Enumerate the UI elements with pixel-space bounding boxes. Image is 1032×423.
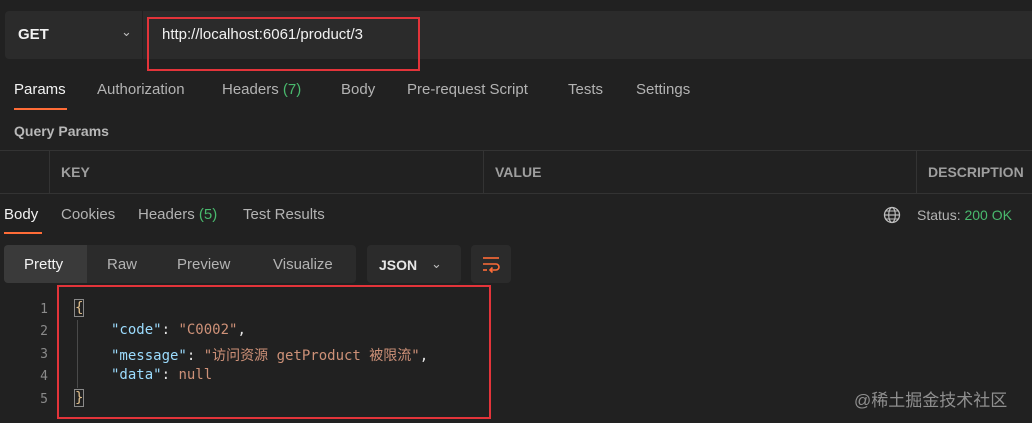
json-key: "data" (111, 367, 162, 383)
response-tab-cookies[interactable]: Cookies (61, 206, 115, 223)
line-number: 2 (40, 324, 48, 339)
indent-guide (77, 320, 78, 388)
line-number: 4 (40, 369, 48, 384)
tab-headers[interactable]: Headers (7) (222, 81, 301, 98)
tab-tests[interactable]: Tests (568, 81, 603, 98)
tab-active-indicator (14, 108, 67, 110)
format-label: JSON (379, 257, 418, 273)
code-line: "message": "访问资源 getProduct 被限流", (111, 348, 429, 364)
wrap-lines-icon (483, 257, 500, 274)
response-headers-count: (5) (198, 206, 218, 223)
response-tab-headers[interactable]: Headers (5) (138, 206, 217, 223)
view-mode-raw[interactable]: Raw (107, 256, 137, 273)
view-mode-pretty[interactable]: Pretty (24, 256, 63, 273)
description-column: DESCRIPTION (916, 151, 1032, 193)
json-key: "code" (111, 322, 162, 338)
view-mode-visualize[interactable]: Visualize (273, 256, 333, 273)
json-key: "message" (111, 348, 187, 364)
value-column: VALUE (483, 151, 916, 193)
tab-params[interactable]: Params (14, 81, 66, 98)
key-column: KEY (49, 151, 483, 193)
line-number: 1 (40, 302, 48, 317)
method-label: GET (18, 26, 49, 43)
close-brace: } (74, 389, 85, 407)
tab-prerequest-script[interactable]: Pre-request Script (407, 81, 528, 98)
code-line: "data": null (111, 367, 213, 383)
code-line: "code": "C0002", (111, 322, 246, 338)
json-value: null (178, 367, 213, 383)
line-number: 5 (40, 392, 48, 407)
tab-body[interactable]: Body (341, 81, 375, 98)
key-header: KEY (61, 164, 90, 180)
status-value: 200 OK (964, 207, 1012, 223)
response-tab-test-results[interactable]: Test Results (243, 206, 325, 223)
headers-count: (7) (282, 81, 302, 98)
view-mode-preview[interactable]: Preview (177, 256, 230, 273)
tab-settings[interactable]: Settings (636, 81, 690, 98)
url-text: http://localhost:6061/product/3 (162, 26, 363, 43)
open-brace: { (74, 299, 85, 317)
status-label: Status: (917, 207, 961, 223)
tab-headers-label: Headers (222, 81, 279, 98)
globe-icon[interactable] (883, 206, 901, 224)
response-headers-label: Headers (138, 206, 195, 223)
code-line: } (74, 389, 85, 407)
watermark: @稀土掘金技术社区 (854, 391, 1008, 410)
params-table-header: KEY VALUE DESCRIPTION (0, 150, 1032, 194)
response-tab-active-indicator (4, 232, 42, 234)
response-tab-body[interactable]: Body (4, 206, 38, 223)
value-header: VALUE (495, 164, 542, 180)
description-header: DESCRIPTION (928, 164, 1024, 180)
line-number: 3 (40, 347, 48, 362)
code-line: { (74, 299, 85, 317)
chevron-down-icon: ⌄ (431, 256, 442, 271)
chevron-down-icon: ⌄ (121, 24, 132, 39)
json-value: "C0002" (178, 322, 238, 338)
tab-authorization[interactable]: Authorization (97, 81, 185, 98)
response-status: Status: 200 OK (917, 207, 1012, 223)
json-value: "访问资源 getProduct 被限流" (203, 348, 420, 364)
query-params-label: Query Params (14, 123, 109, 139)
